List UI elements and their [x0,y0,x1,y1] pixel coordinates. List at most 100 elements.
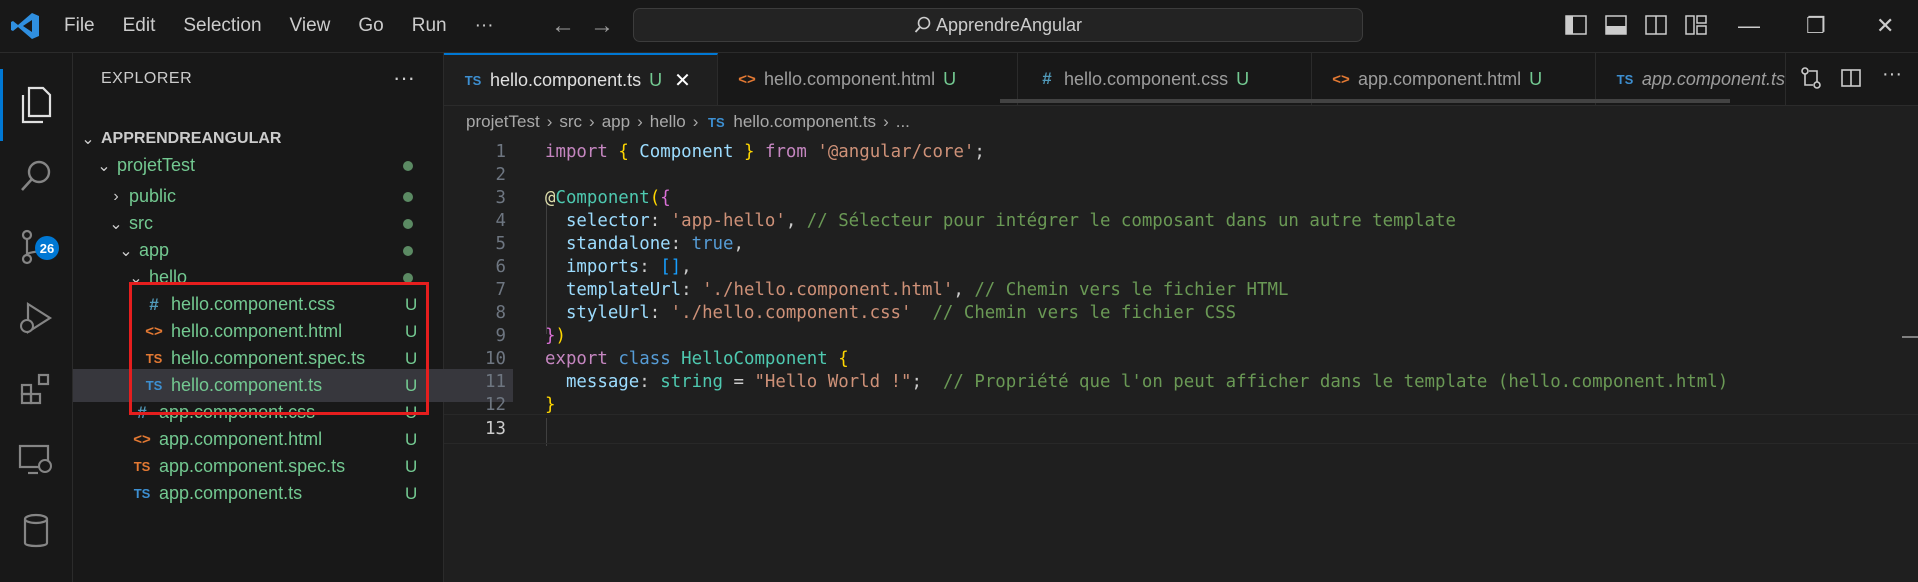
menu-run[interactable]: Run [412,15,447,37]
open-changes-icon[interactable] [1800,67,1822,95]
code-editor[interactable]: 1 import { Component } from '@angular/co… [444,138,1918,582]
chevron-down-icon: ⌄ [97,157,111,175]
search-icon [21,160,51,191]
workspace-root-label: APPRENDREANGULAR [101,129,282,147]
tab-app-component-ts[interactable]: TS app.component.ts [1596,53,1786,105]
menu-file[interactable]: File [64,15,95,37]
line-number: 11 [485,372,506,392]
files-icon [21,86,52,124]
explorer-more-actions[interactable]: ··· [393,65,415,91]
line-number: 12 [485,395,506,415]
line-number: 7 [495,280,506,300]
overview-ruler-mark [1902,336,1918,338]
tab-hello-component-ts[interactable]: TS hello.component.ts U ✕ [444,53,718,105]
breadcrumb-item[interactable]: hello [650,112,686,132]
active-indicator [0,69,3,141]
untracked-badge: U [405,483,418,503]
tab-more-actions[interactable]: ··· [1882,63,1902,86]
minimize-icon[interactable]: — [1738,13,1760,39]
chevron-right-icon: › [546,112,553,131]
menu-edit[interactable]: Edit [123,15,156,37]
title-bar: File Edit Selection View Go Run ··· ← → … [0,0,1918,53]
restore-icon[interactable]: ❐ [1806,13,1826,39]
activity-bar: 26 [0,53,73,582]
run-debug-icon [20,301,53,335]
run-debug-activity[interactable] [0,282,72,354]
toggle-secondary-sidebar-icon[interactable] [1645,14,1667,36]
tabs-scrollbar[interactable] [1000,99,1730,103]
extensions-icon [20,373,50,405]
chevron-right-icon: › [113,187,119,205]
tab-app-component-html[interactable]: <> app.component.html U [1312,53,1596,105]
file-label: app.component.ts [159,483,303,503]
layout-controls [1565,14,1725,36]
tab-hello-component-html[interactable]: <> hello.component.html U [718,53,1018,105]
remote-explorer-activity[interactable] [0,424,72,496]
line-number: 5 [495,234,506,254]
untracked-badge: U [649,69,663,90]
toggle-panel-icon[interactable] [1605,14,1627,36]
remote-explorer-icon [18,444,52,475]
git-status-dot [403,218,413,229]
close-window-icon[interactable]: ✕ [1876,13,1894,39]
git-status-dot [403,245,413,256]
search-activity[interactable] [0,140,72,212]
vscode-logo-icon[interactable] [10,12,40,40]
menu-more[interactable]: ··· [475,15,494,37]
folder-label: public [129,186,177,206]
untracked-badge: U [405,429,418,449]
folder-label: app [139,240,170,260]
line-number: 1 [495,142,506,162]
menu-selection[interactable]: Selection [183,15,261,37]
tab-label: hello.component.html [764,68,936,89]
tab-label: app.component.ts [1641,68,1785,89]
search-text: ApprendreAngular [935,14,1083,35]
explorer-title: EXPLORER [101,70,193,87]
command-center-search[interactable]: ApprendreAngular [633,8,1363,42]
html-file-icon: <> [738,70,756,88]
chevron-right-icon: › [589,112,595,131]
forward-arrow-icon[interactable]: → [590,12,614,40]
highlight-annotation-box [129,282,429,415]
chevron-right-icon: › [883,112,889,131]
chevron-down-icon: ⌄ [119,242,133,260]
tab-label: hello.component.css [1064,68,1229,89]
menu-view[interactable]: View [290,15,331,37]
breadcrumb-item[interactable]: hello.component.ts [733,112,876,132]
untracked-badge: U [1236,68,1250,89]
tree-folder-projettest[interactable]: ⌄ projetTest [73,149,465,182]
git-status-dot [403,191,413,202]
tree-file-app-ts[interactable]: TS app.component.ts U [73,477,501,510]
chevron-right-icon: › [637,112,643,131]
line-number: 10 [485,349,506,369]
git-status-dot [403,272,413,283]
search-icon [914,16,931,33]
chevron-down-icon: ⌄ [81,130,95,148]
line-number: 9 [495,326,506,346]
ts-file-icon: TS [133,486,151,501]
menu-go[interactable]: Go [358,15,383,37]
explorer-activity[interactable] [0,69,72,141]
tab-label: app.component.html [1358,68,1522,89]
extensions-activity[interactable] [0,353,72,425]
back-arrow-icon[interactable]: ← [551,12,575,40]
breadcrumb-item[interactable]: src [559,112,582,132]
line-number: 3 [495,188,506,208]
current-code-line: 13 [444,414,1918,444]
database-activity[interactable] [0,495,72,567]
split-editor-icon[interactable] [1840,67,1862,95]
breadcrumb-item[interactable]: projetTest [466,112,540,132]
tab-hello-component-css[interactable]: # hello.component.css U [1018,53,1312,105]
file-label: app.component.spec.ts [159,456,346,476]
breadcrumb-item[interactable]: app [602,112,630,132]
close-tab-icon[interactable]: ✕ [674,68,691,93]
line-number: 2 [495,165,506,185]
folder-label: src [129,213,153,233]
toggle-primary-sidebar-icon[interactable] [1565,14,1587,36]
git-status-dot [403,160,413,171]
customize-layout-icon[interactable] [1685,14,1707,36]
breadcrumb-item[interactable]: ... [896,112,910,132]
line-number: 4 [495,211,506,231]
breadcrumb: projetTest › src › app › hello › TS hello.co… [466,110,910,134]
line-number: 13 [485,419,506,439]
